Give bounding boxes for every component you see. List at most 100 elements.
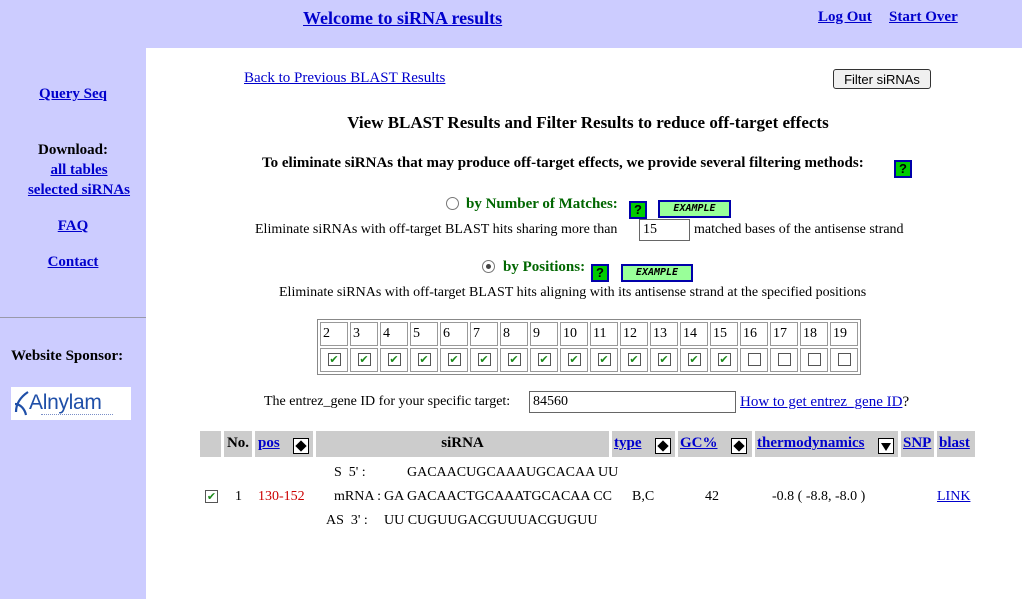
matches-text-before: Eliminate siRNAs with off-target BLAST h… xyxy=(255,222,618,237)
query-seq-link[interactable]: Query Seq xyxy=(0,86,146,103)
back-to-blast-link[interactable]: Back to Previous BLAST Results xyxy=(244,70,445,87)
positions-example-button[interactable]: EXAMPLE xyxy=(621,264,693,282)
row-select-checkbox[interactable]: ✔ xyxy=(205,490,218,503)
snp-link[interactable]: SNP xyxy=(903,431,931,455)
position-cell: ✔ xyxy=(320,348,348,372)
blast-header-link[interactable]: blast xyxy=(939,431,970,455)
sort-thermo-link[interactable]: thermodynamics xyxy=(757,431,865,455)
sort-type-icon[interactable] xyxy=(655,438,671,454)
position-number: 12 xyxy=(620,322,648,346)
position-checkbox[interactable]: ✔ xyxy=(627,353,641,367)
intro-text: To eliminate siRNAs that may produce off… xyxy=(262,155,864,171)
header-select-cell xyxy=(200,431,221,457)
position-checkbox[interactable]: ✔ xyxy=(447,353,461,367)
position-checkbox[interactable]: ✔ xyxy=(357,353,371,367)
contact-link[interactable]: Contact xyxy=(0,254,146,271)
faq-link[interactable]: FAQ xyxy=(0,218,146,235)
download-label: Download: xyxy=(37,142,108,158)
position-number: 8 xyxy=(500,322,528,346)
gene-id-help-suffix: ? xyxy=(902,394,910,410)
position-number: 17 xyxy=(770,322,798,346)
position-checkbox[interactable] xyxy=(777,353,791,367)
download-selected-sirnas-link[interactable]: selected siRNAs xyxy=(6,182,152,199)
position-checkbox[interactable]: ✔ xyxy=(537,353,551,367)
positions-radio[interactable] xyxy=(482,260,495,273)
page-heading: View BLAST Results and Filter Results to… xyxy=(347,113,829,132)
position-cell xyxy=(830,348,858,372)
position-checkbox[interactable]: ✔ xyxy=(477,353,491,367)
position-number: 7 xyxy=(470,322,498,346)
sort-gc-link[interactable]: GC% xyxy=(680,431,718,455)
header-sirna: siRNA xyxy=(316,431,609,457)
position-checkbox[interactable]: ✔ xyxy=(687,353,701,367)
position-number: 2 xyxy=(320,322,348,346)
header-bar: Welcome to siRNA results Log Out Start O… xyxy=(0,0,1022,48)
position-cell: ✔ xyxy=(710,348,738,372)
positions-option-label: by Positions: xyxy=(503,259,586,275)
position-number: 3 xyxy=(350,322,378,346)
position-checkbox[interactable]: ✔ xyxy=(597,353,611,367)
matches-example-button[interactable]: EXAMPLE xyxy=(658,200,731,218)
position-cell: ✔ xyxy=(440,348,468,372)
alnylam-logo-tagline xyxy=(41,414,113,416)
matches-option-label: by Number of Matches: xyxy=(466,196,618,212)
download-all-tables-link[interactable]: all tables xyxy=(6,162,152,179)
matches-radio[interactable] xyxy=(446,197,459,210)
positions-grid: 2 3 4 5 6 7 8 9 10 11 12 13 14 15 16 17 18 19 ✔ ✔ ✔ ✔ ✔ ✔ ✔ ✔ ✔ ✔ ✔… xyxy=(317,319,861,375)
row-no: 1 xyxy=(235,489,242,504)
position-cell: ✔ xyxy=(500,348,528,372)
position-cell: ✔ xyxy=(380,348,408,372)
row-as-seq: UU CUGUUGACGUUUACGUGUU xyxy=(384,513,598,528)
position-checkbox[interactable]: ✔ xyxy=(567,353,581,367)
position-number: 19 xyxy=(830,322,858,346)
sort-type-link[interactable]: type xyxy=(614,431,642,455)
gene-id-help: How to get entrez_gene ID? xyxy=(740,394,909,411)
sidebar-divider xyxy=(0,317,146,318)
row-mrna-label: mRNA : xyxy=(334,489,382,504)
position-cell: ✔ xyxy=(530,348,558,372)
results-header-row: No. pos siRNA type GC% thermodynamics SN… xyxy=(200,431,975,457)
page-title[interactable]: Welcome to siRNA results xyxy=(303,8,502,29)
position-number: 16 xyxy=(740,322,768,346)
gene-id-input[interactable] xyxy=(529,391,736,413)
position-checkbox[interactable]: ✔ xyxy=(327,353,341,367)
position-checkbox[interactable]: ✔ xyxy=(417,353,431,367)
sort-thermo-icon[interactable] xyxy=(878,438,894,454)
alnylam-logo[interactable]: Alnylam xyxy=(11,387,131,420)
position-checkbox[interactable]: ✔ xyxy=(507,353,521,367)
sort-pos-link[interactable]: pos xyxy=(258,431,280,455)
logout-link[interactable]: Log Out xyxy=(818,9,872,26)
position-cell: ✔ xyxy=(620,348,648,372)
header-snp: SNP xyxy=(901,431,934,457)
header-thermodynamics: thermodynamics xyxy=(755,431,898,457)
positions-help-icon[interactable]: ? xyxy=(591,264,609,282)
sort-pos-icon[interactable] xyxy=(293,438,309,454)
sort-gc-icon[interactable] xyxy=(731,438,747,454)
position-number: 4 xyxy=(380,322,408,346)
filter-sirnas-button[interactable]: Filter siRNAs xyxy=(833,69,931,89)
header-blast: blast xyxy=(937,431,975,457)
gene-id-help-link[interactable]: How to get entrez_gene ID xyxy=(740,394,902,410)
sponsor-label: Website Sponsor: xyxy=(11,348,124,364)
position-number: 11 xyxy=(590,322,618,346)
header-type: type xyxy=(612,431,675,457)
position-cell: ✔ xyxy=(650,348,678,372)
position-checkbox[interactable] xyxy=(807,353,821,367)
matches-help-icon[interactable]: ? xyxy=(629,201,647,219)
position-checkbox[interactable] xyxy=(837,353,851,367)
help-icon[interactable]: ? xyxy=(894,160,912,178)
position-cell: ✔ xyxy=(560,348,588,372)
position-cell xyxy=(740,348,768,372)
position-number: 18 xyxy=(800,322,828,346)
position-checkbox[interactable]: ✔ xyxy=(657,353,671,367)
row-blast-link[interactable]: LINK xyxy=(937,489,970,505)
position-checkbox[interactable] xyxy=(747,353,761,367)
start-over-link[interactable]: Start Over xyxy=(889,9,958,26)
position-checkbox[interactable]: ✔ xyxy=(387,353,401,367)
matches-count-input[interactable] xyxy=(639,219,690,241)
position-checkbox[interactable]: ✔ xyxy=(717,353,731,367)
row-s-label: S 5' : xyxy=(334,465,366,480)
position-number: 14 xyxy=(680,322,708,346)
position-number: 6 xyxy=(440,322,468,346)
matches-text-after: matched bases of the antisense strand xyxy=(694,222,904,237)
